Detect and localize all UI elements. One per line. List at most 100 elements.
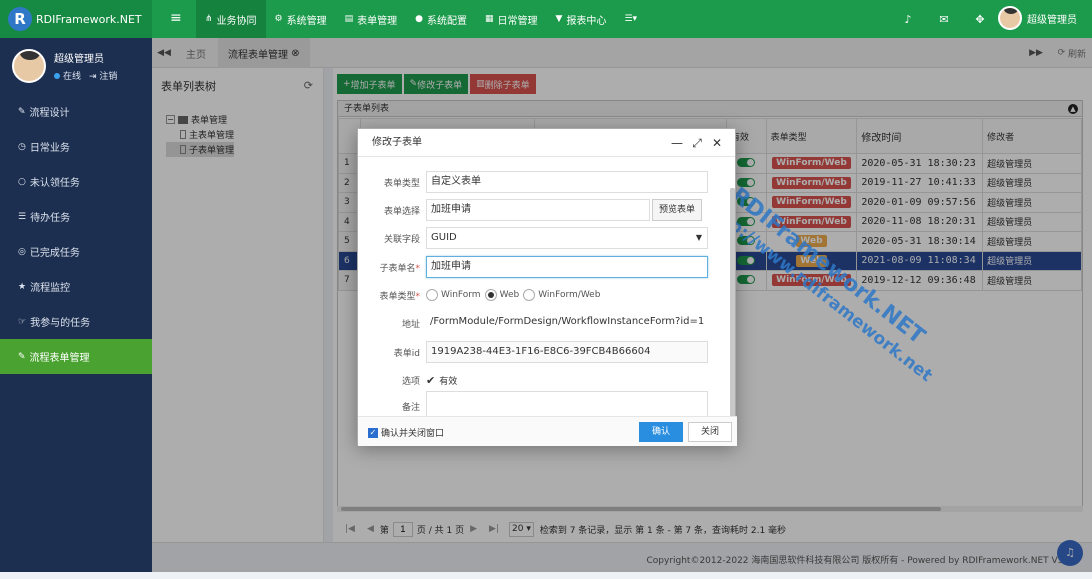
- share-icon: ⋔: [205, 14, 213, 24]
- field-label: 子表单名*: [358, 261, 426, 274]
- scrollbar-thumb[interactable]: [730, 188, 735, 416]
- avatar: [998, 6, 1022, 30]
- sidebar-item-label: 日常业务: [29, 143, 70, 154]
- radio-winform[interactable]: WinForm: [426, 289, 481, 301]
- field-label: 表单类型: [383, 178, 420, 189]
- radio-circle-icon: [523, 289, 536, 301]
- sidebar: 超级管理员 在线 ⇥ 注销 ✎ 流程设计 ◷ 日常业务 ○ 未认领任务 ☰ 待办任务 ◎ 已…: [0, 38, 152, 572]
- nav-item-system[interactable]: ⚙ 系统管理: [266, 0, 336, 38]
- sidebar-item-label: 流程表单管理: [29, 353, 90, 364]
- edit-icon: ✎: [18, 351, 26, 362]
- row-form-select: 表单选择 加班申请 预览表单: [358, 199, 703, 221]
- top-username: 超级管理员: [1027, 14, 1077, 26]
- required-mark: *: [415, 263, 421, 274]
- sidebar-item-monitor[interactable]: ★ 流程监控: [0, 269, 152, 304]
- calendar-icon: ▦: [485, 14, 494, 24]
- sidebar-item-todo[interactable]: ☰ 待办任务: [0, 199, 152, 234]
- checkbox-checked-icon: ✓: [368, 427, 378, 438]
- fullscreen-icon[interactable]: ✥: [962, 13, 998, 26]
- logo[interactable]: R RDIFramework.NET: [0, 0, 152, 38]
- remark-textarea[interactable]: [426, 391, 708, 416]
- nav-item-reports[interactable]: ▼ 报表中心: [547, 0, 616, 38]
- top-nav: ⋔ 业务协同 ⚙ 系统管理 ▤ 表单管理 ● 系统配置 ▦ 日常管理 ▼ 报表中心 ☰▾: [196, 0, 650, 38]
- nav-label: 日常管理: [497, 15, 538, 27]
- preview-form-button[interactable]: 预览表单: [652, 199, 703, 221]
- row-options: 选项 ✔ 有效: [358, 369, 457, 391]
- nav-item-daily[interactable]: ▦ 日常管理: [476, 0, 547, 38]
- envelope-icon[interactable]: ✉: [926, 13, 962, 26]
- checkbox-label: 确认并关闭窗口: [381, 429, 445, 439]
- logout-link[interactable]: ⇥ 注销: [89, 72, 117, 82]
- logo-mark: R: [8, 7, 32, 31]
- sidebar-item-done[interactable]: ◎ 已完成任务: [0, 234, 152, 269]
- dialog-body: 表单类型 自定义表单 表单选择 加班申请 预览表单 关联字段 GUID ▼ 子表单…: [358, 158, 737, 416]
- nav-label: 报表中心: [566, 15, 607, 27]
- confirm-button[interactable]: 确认: [639, 422, 683, 442]
- nav-item-forms[interactable]: ▤ 表单管理: [336, 0, 407, 38]
- confirm-close-checkbox[interactable]: ✓ 确认并关闭窗口: [368, 426, 444, 439]
- nav-label: 业务协同: [216, 15, 257, 27]
- field-label: 表单id: [393, 348, 420, 359]
- check-circle-icon: ◎: [18, 246, 26, 257]
- top-user-menu[interactable]: 超级管理员: [998, 6, 1077, 30]
- circle-icon: ○: [18, 176, 26, 187]
- sidebar-item-label: 待办任务: [30, 213, 71, 224]
- sidebar-item-label: 我参与的任务: [30, 318, 91, 329]
- maximize-icon[interactable]: ⤢: [687, 129, 707, 157]
- more-list-icon: ☰▾: [624, 14, 638, 24]
- nav-item-business[interactable]: ⋔ 业务协同: [196, 0, 266, 38]
- address-value: /FormModule/FormDesign/WorkflowInstanceF…: [426, 312, 708, 334]
- sidebar-user-panel: 超级管理员 在线 ⇥ 注销: [0, 38, 152, 94]
- enabled-option-label: 有效: [439, 376, 458, 387]
- cogs-icon: ⚙: [274, 14, 283, 24]
- sidebar-item-flow-design[interactable]: ✎ 流程设计: [0, 94, 152, 129]
- close-icon[interactable]: ✕: [707, 129, 727, 157]
- top-navbar: R RDIFramework.NET ≡ ⋔ 业务协同 ⚙ 系统管理 ▤ 表单管理 ●…: [0, 0, 1092, 38]
- close-button[interactable]: 关闭: [688, 422, 732, 442]
- app-title: RDIFramework.NET: [36, 12, 142, 26]
- menu-toggle-icon[interactable]: ≡: [170, 11, 182, 25]
- dialog-title: 修改子表单: [372, 137, 422, 148]
- sidebar-item-label: 流程监控: [30, 283, 71, 294]
- nav-item-config[interactable]: ● 系统配置: [406, 0, 476, 38]
- radio-label: WinForm: [441, 290, 481, 300]
- sidebar-item-daily-business[interactable]: ◷ 日常业务: [0, 129, 152, 164]
- radio-winform-web[interactable]: WinForm/Web: [523, 289, 600, 301]
- sidebar-item-label: 流程设计: [29, 108, 70, 119]
- sidebar-item-label: 已完成任务: [29, 248, 80, 259]
- row-kind: 表单类型* WinForm Web WinForm/Web: [358, 284, 604, 306]
- online-status: 在线: [63, 72, 82, 82]
- select-value: GUID: [431, 232, 457, 243]
- row-address: 地址 /FormModule/FormDesign/WorkflowInstan…: [358, 312, 708, 334]
- checkmark-icon[interactable]: ✔: [426, 374, 435, 387]
- edit-sub-form-dialog: 修改子表单 — ⤢ ✕ 表单类型 自定义表单 表单选择 加班申请 预览表单 关联…: [357, 128, 737, 446]
- form-select-input[interactable]: 加班申请: [426, 199, 650, 221]
- relate-field-select[interactable]: GUID ▼: [426, 227, 708, 249]
- dialog-scrollbar[interactable]: [730, 188, 735, 416]
- nav-more-dropdown[interactable]: ☰▾: [615, 0, 650, 38]
- clock-icon: ◷: [18, 141, 26, 152]
- field-label: 表单选择: [383, 206, 420, 217]
- logout-label: 注销: [99, 72, 118, 82]
- top-icons: ♪ ✉ ✥: [890, 0, 998, 38]
- row-form-type: 表单类型 自定义表单: [358, 171, 708, 193]
- edit-icon: ✎: [18, 106, 26, 117]
- bell-icon[interactable]: ♪: [890, 13, 926, 26]
- sidebar-item-flow-forms[interactable]: ✎ 流程表单管理: [0, 339, 152, 374]
- row-relate-field: 关联字段 GUID ▼: [358, 227, 708, 249]
- minimize-icon[interactable]: —: [667, 129, 687, 157]
- list-icon: ☰: [18, 211, 27, 222]
- sidebar-item-unclaimed[interactable]: ○ 未认领任务: [0, 164, 152, 199]
- required-mark: *: [415, 291, 421, 302]
- sub-form-name-input[interactable]: 加班申请: [426, 256, 708, 278]
- radio-web[interactable]: Web: [484, 289, 519, 301]
- field-label: 地址: [401, 319, 420, 330]
- form-type-select[interactable]: 自定义表单: [426, 171, 708, 193]
- row-form-id: 表单id 1919A238-44E3-1F16-E8C6-39FCB4B6660…: [358, 341, 708, 363]
- sidebar-username: 超级管理员: [54, 54, 104, 65]
- field-label: 备注: [401, 402, 420, 413]
- hand-icon: ☞: [18, 316, 27, 327]
- circle-icon: ●: [415, 14, 423, 24]
- sidebar-item-participated[interactable]: ☞ 我参与的任务: [0, 304, 152, 339]
- radio-circle-icon: [484, 289, 497, 301]
